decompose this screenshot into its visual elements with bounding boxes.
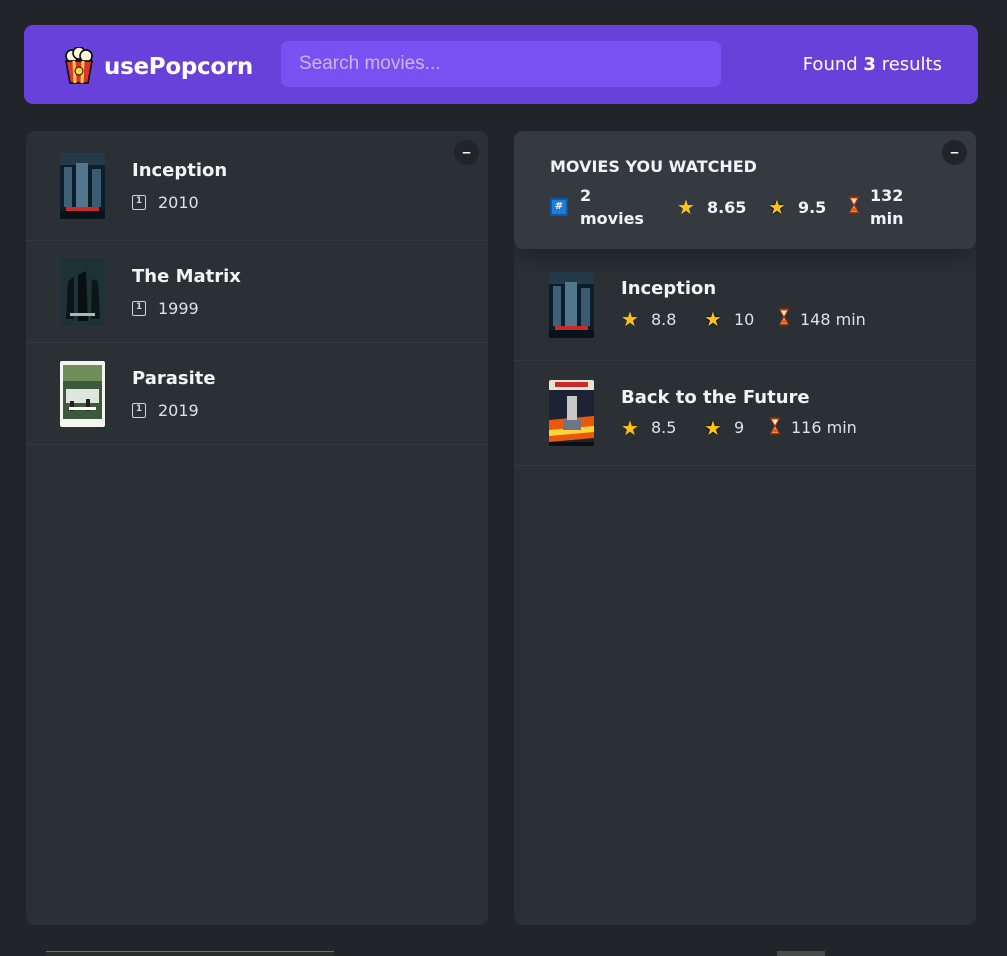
movie-stats: ★ 8.8 ★ 10 148 min bbox=[621, 307, 866, 331]
results-suffix: results bbox=[881, 54, 942, 75]
list-item[interactable]: Inception ★ 8.8 ★ 10 148 min bbox=[514, 249, 976, 361]
user-value: 9 bbox=[733, 418, 745, 437]
search-results-list: Inception 1 2010 The Matrix 1 1999 Paras… bbox=[26, 131, 488, 445]
logo: usePopcorn bbox=[62, 46, 253, 87]
glowing-star-icon: ★ bbox=[704, 415, 722, 440]
stat-avg-user: ★ 9.5 bbox=[768, 195, 848, 219]
stat-movie-count: # 2 movies bbox=[550, 184, 677, 230]
star-icon: ★ bbox=[621, 307, 639, 331]
list-item[interactable]: Parasite 1 2019 bbox=[26, 343, 488, 445]
movie-title: Inception bbox=[621, 278, 717, 299]
avg-imdb-value: 8.65 bbox=[706, 197, 747, 217]
calendar-icon: 1 bbox=[132, 194, 146, 210]
glowing-star-icon: ★ bbox=[768, 195, 786, 219]
year-value: 1999 bbox=[158, 298, 199, 318]
movie-info: Back to the Future ★ 8.5 ★ 9 116 min bbox=[621, 387, 857, 440]
results-count: Found 3 results bbox=[803, 54, 942, 75]
movie-count-value: 2 bbox=[580, 186, 592, 205]
app-name: usePopcorn bbox=[104, 54, 253, 80]
movie-title: Inception bbox=[132, 159, 228, 181]
calendar-icon: 1 bbox=[132, 402, 146, 418]
inception-poster bbox=[60, 152, 105, 219]
stat-avg-runtime: 132 min bbox=[848, 184, 904, 230]
collapse-results-button[interactable]: – bbox=[454, 140, 479, 165]
movie-count: 2 movies bbox=[580, 184, 644, 230]
year-value: 2010 bbox=[158, 192, 199, 212]
year-value: 2019 bbox=[158, 400, 199, 420]
movie-stats: ★ 8.5 ★ 9 116 min bbox=[621, 416, 857, 440]
popcorn-icon bbox=[62, 46, 96, 87]
navbar: usePopcorn Found 3 results bbox=[24, 25, 978, 104]
hourglass-icon bbox=[769, 416, 781, 439]
movie-title: Parasite bbox=[132, 367, 216, 389]
matrix-poster bbox=[60, 258, 105, 325]
results-prefix: Found bbox=[802, 54, 858, 75]
list-item[interactable]: Inception 1 2010 bbox=[26, 131, 488, 241]
runtime: 148 min bbox=[778, 308, 866, 330]
summary-stats: # 2 movies ★ 8.65 ★ 9.5 132 min bbox=[550, 184, 940, 230]
movie-info: The Matrix 1 1999 bbox=[132, 266, 241, 318]
watched-list: Inception ★ 8.8 ★ 10 148 min Back to the… bbox=[514, 249, 976, 466]
movie-year: 1 2019 bbox=[132, 401, 216, 420]
movie-year: 1 1999 bbox=[132, 299, 241, 318]
user-rating: ★ 9 bbox=[704, 416, 769, 440]
hash-icon: # bbox=[550, 198, 568, 216]
user-rating: ★ 10 bbox=[704, 307, 778, 331]
movie-info: Inception 1 2010 bbox=[132, 160, 227, 212]
movie-title: Back to the Future bbox=[621, 386, 810, 408]
imdb-rating: ★ 8.5 bbox=[621, 416, 704, 440]
movie-count-unit: movies bbox=[580, 209, 644, 228]
glowing-star-icon: ★ bbox=[704, 307, 722, 331]
list-item[interactable]: Back to the Future ★ 8.5 ★ 9 116 min bbox=[514, 361, 976, 466]
inception-poster bbox=[549, 271, 594, 338]
search-results-box: – Inception 1 2010 The Matrix 1 1999 Par… bbox=[26, 131, 488, 925]
star-icon: ★ bbox=[621, 415, 639, 440]
avg-runtime-value: 132 bbox=[870, 186, 904, 205]
hourglass-icon bbox=[848, 196, 860, 218]
movie-title: The Matrix bbox=[132, 265, 241, 287]
movie-year: 1 2010 bbox=[132, 193, 227, 212]
imdb-value: 8.5 bbox=[650, 418, 677, 437]
hourglass-icon bbox=[778, 308, 790, 330]
parasite-poster bbox=[60, 360, 105, 427]
avg-user-value: 9.5 bbox=[797, 197, 827, 217]
list-item[interactable]: The Matrix 1 1999 bbox=[26, 241, 488, 343]
movie-info: Parasite 1 2019 bbox=[132, 368, 216, 420]
watched-summary: Movies you watched # 2 movies ★ 8.65 ★ 9… bbox=[514, 131, 976, 249]
results-number: 3 bbox=[863, 54, 876, 75]
user-value: 10 bbox=[733, 309, 755, 329]
watched-box: – Movies you watched # 2 movies ★ 8.65 ★… bbox=[514, 131, 976, 925]
scroll-thumb[interactable] bbox=[777, 951, 825, 956]
collapse-watched-button[interactable]: – bbox=[942, 140, 967, 165]
avg-runtime: 132 min bbox=[870, 184, 904, 230]
runtime-value: 148 min bbox=[800, 309, 866, 329]
calendar-icon: 1 bbox=[132, 300, 146, 316]
stat-avg-imdb: ★ 8.65 bbox=[677, 195, 768, 219]
search-input[interactable] bbox=[281, 41, 721, 87]
back-to-the-future-poster bbox=[549, 380, 594, 446]
star-icon: ★ bbox=[677, 195, 695, 219]
movie-info: Inception ★ 8.8 ★ 10 148 min bbox=[621, 278, 866, 331]
runtime-value: 116 min bbox=[791, 418, 857, 437]
runtime: 116 min bbox=[769, 416, 857, 439]
horizontal-scrollbar[interactable] bbox=[46, 951, 334, 956]
avg-runtime-unit: min bbox=[870, 209, 904, 228]
imdb-rating: ★ 8.8 bbox=[621, 307, 704, 331]
summary-heading: Movies you watched bbox=[550, 157, 757, 176]
imdb-value: 8.8 bbox=[650, 309, 677, 329]
